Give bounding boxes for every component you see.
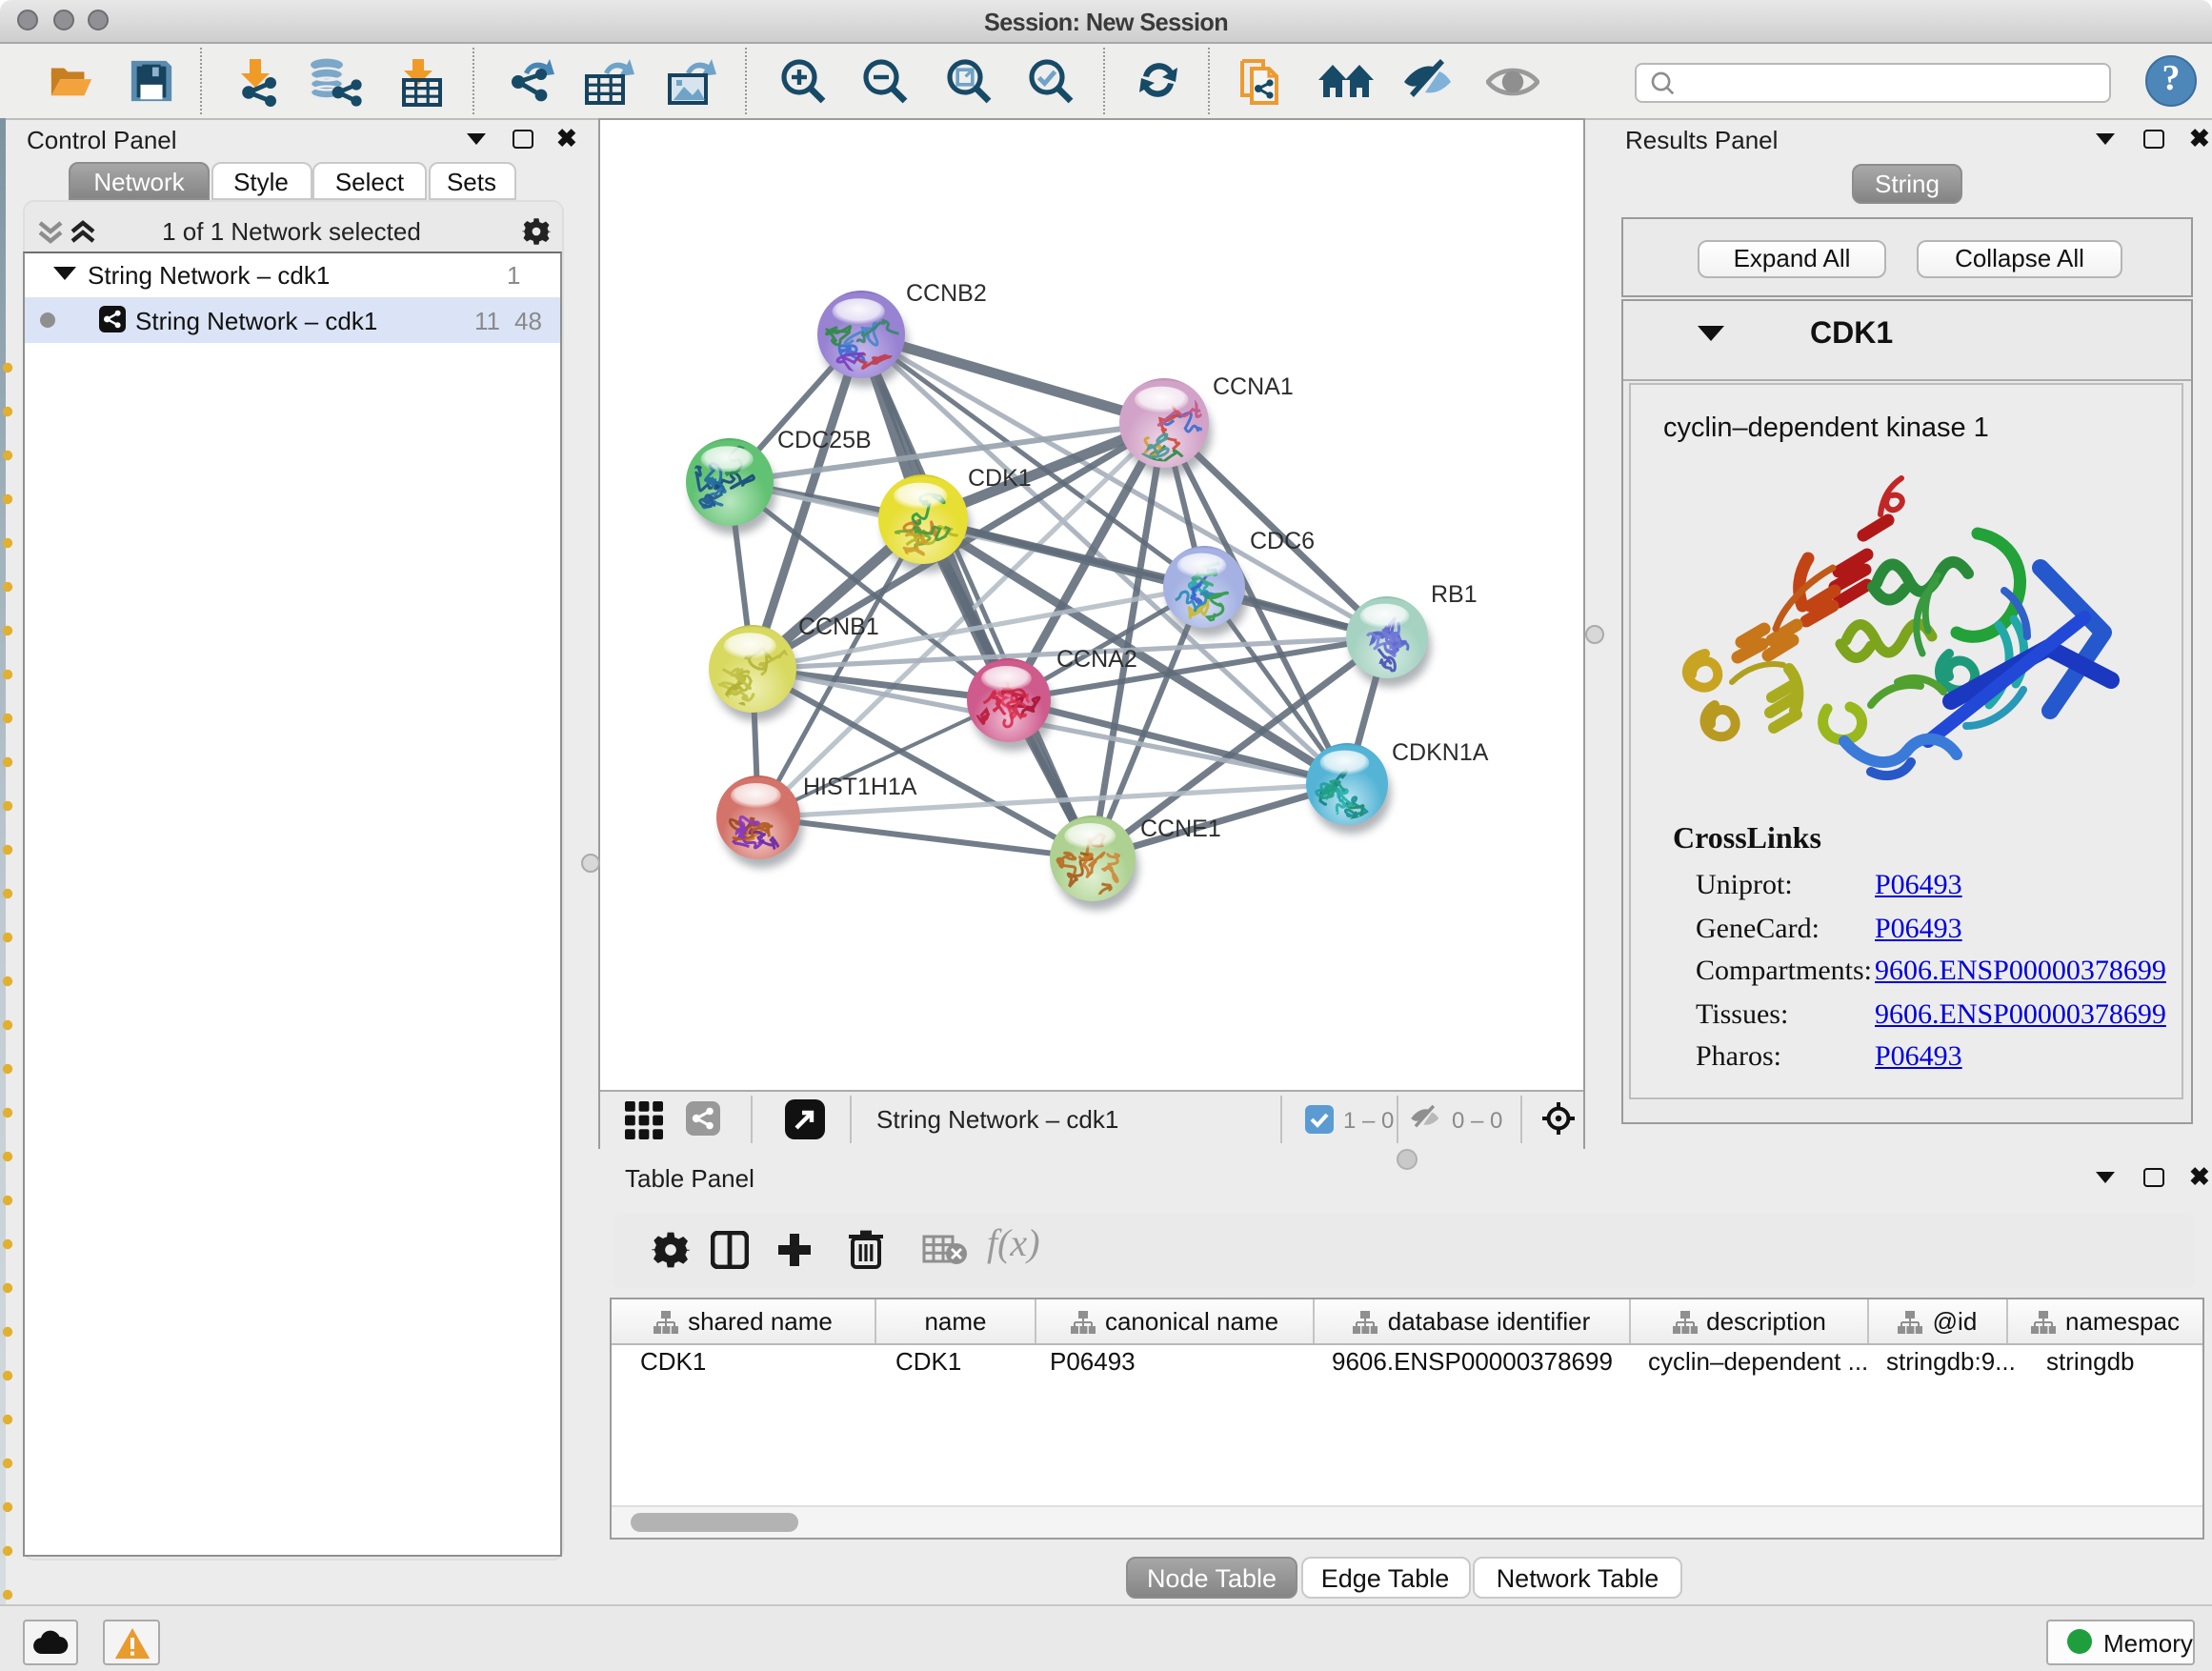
svg-text:CCNB1: CCNB1 [798, 614, 879, 640]
svg-text:CCNB2: CCNB2 [906, 280, 987, 307]
svg-text:CDC6: CDC6 [1250, 528, 1315, 554]
svg-text:CCNA2: CCNA2 [1056, 646, 1137, 673]
svg-text:CDK1: CDK1 [968, 465, 1032, 492]
svg-text:CDC25B: CDC25B [777, 427, 872, 453]
svg-text:CCNE1: CCNE1 [1140, 815, 1221, 842]
svg-text:HIST1H1A: HIST1H1A [803, 774, 917, 800]
svg-text:RB1: RB1 [1431, 581, 1478, 608]
svg-text:CCNA1: CCNA1 [1213, 373, 1294, 400]
svg-text:CDKN1A: CDKN1A [1392, 739, 1489, 766]
